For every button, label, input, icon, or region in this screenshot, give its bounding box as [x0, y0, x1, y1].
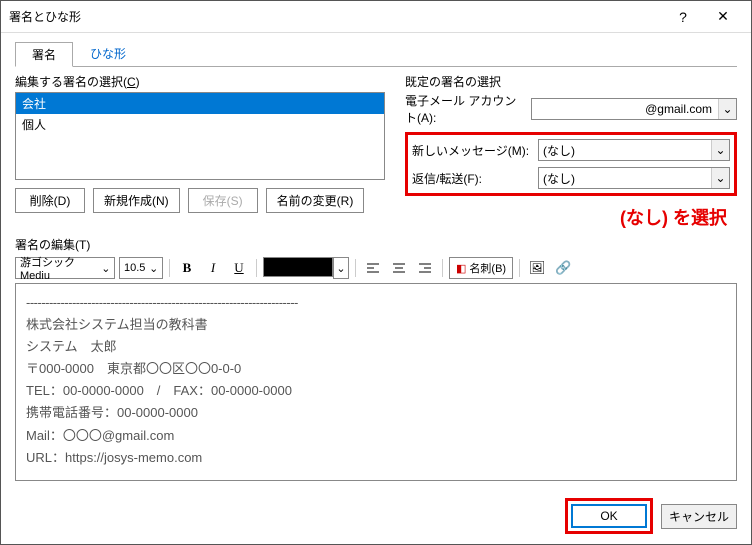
rename-button[interactable]: 名前の変更(R)	[266, 188, 365, 213]
chevron-down-icon: ⌄	[718, 99, 736, 119]
signature-editor[interactable]: ----------------------------------------…	[15, 283, 737, 481]
separator	[355, 259, 356, 277]
default-signature-label: 既定の署名の選択	[405, 73, 737, 90]
card-icon: ◧	[456, 262, 466, 275]
business-card-button[interactable]: ◧ 名刺(B)	[449, 257, 513, 279]
bold-button[interactable]: B	[176, 257, 198, 279]
sig-line: 携帯電話番号：00-0000-0000	[26, 402, 726, 424]
highlight-ok: OK	[565, 498, 653, 534]
reply-label: 返信/転送(F):	[412, 170, 532, 187]
sig-line: TEL：00-0000-0000 / FAX：00-0000-0000	[26, 380, 726, 402]
chevron-down-icon: ⌄	[711, 140, 729, 160]
content-area: 署名 ひな形 編集する署名の選択(C) 会社 個人 削除(D) 新規作成(N) …	[1, 33, 751, 489]
close-button[interactable]: ✕	[703, 3, 743, 31]
dialog-window: 署名とひな形 ? ✕ 署名 ひな形 編集する署名の選択(C) 会社 個人 削除(…	[0, 0, 752, 545]
link-button[interactable]: 🔗	[552, 257, 574, 279]
reply-select[interactable]: (なし) ⌄	[538, 167, 730, 189]
tab-stationery[interactable]: ひな形	[73, 41, 143, 66]
account-select[interactable]: @gmail.com ⌄	[531, 98, 737, 120]
sig-line: 〒000-0000 東京都〇〇区〇〇0-0-0	[26, 358, 726, 380]
ok-button[interactable]: OK	[571, 504, 647, 528]
cancel-button[interactable]: キャンセル	[661, 504, 737, 529]
new-message-select[interactable]: (なし) ⌄	[538, 139, 730, 161]
help-button[interactable]: ?	[663, 3, 703, 31]
new-button[interactable]: 新規作成(N)	[93, 188, 180, 213]
save-button[interactable]: 保存(S)	[188, 188, 258, 213]
new-message-row: 新しいメッセージ(M): (なし) ⌄	[412, 139, 730, 161]
tab-bar: 署名 ひな形	[15, 41, 737, 67]
signature-listbox[interactable]: 会社 個人	[15, 92, 385, 180]
align-left-button[interactable]	[362, 257, 384, 279]
color-swatch	[263, 257, 333, 277]
separator	[442, 259, 443, 277]
account-row: 電子メール アカウント(A): @gmail.com ⌄	[405, 92, 737, 126]
chevron-down-icon: ⌄	[711, 168, 729, 188]
sig-line: URL：https://josys-memo.com	[26, 447, 726, 469]
sig-line: Mail：〇〇〇@gmail.com	[26, 425, 726, 447]
separator	[169, 259, 170, 277]
highlight-defaults: 新しいメッセージ(M): (なし) ⌄ 返信/転送(F): (なし) ⌄	[405, 132, 737, 196]
new-message-value: (なし)	[543, 142, 575, 159]
top-row: 編集する署名の選択(C) 会社 個人 削除(D) 新規作成(N) 保存(S) 名…	[15, 73, 737, 230]
annotation-text: (なし) を選択	[405, 204, 737, 230]
select-signature-label: 編集する署名の選択(C)	[15, 73, 385, 90]
underline-button[interactable]: U	[228, 257, 250, 279]
size-select[interactable]: 10.5⌄	[119, 257, 163, 279]
reply-row: 返信/転送(F): (なし) ⌄	[412, 167, 730, 189]
separator	[256, 259, 257, 277]
dialog-footer: OK キャンセル	[565, 498, 737, 534]
signature-buttons: 削除(D) 新規作成(N) 保存(S) 名前の変更(R)	[15, 188, 385, 213]
new-message-label: 新しいメッセージ(M):	[412, 142, 532, 159]
align-right-button[interactable]	[414, 257, 436, 279]
font-select[interactable]: 游ゴシック Mediu⌄	[15, 257, 115, 279]
left-column: 編集する署名の選択(C) 会社 個人 削除(D) 新規作成(N) 保存(S) 名…	[15, 73, 385, 230]
sig-line: ----------------------------------------…	[26, 292, 726, 314]
delete-button[interactable]: 削除(D)	[15, 188, 85, 213]
titlebar: 署名とひな形 ? ✕	[1, 1, 751, 33]
chevron-down-icon: ⌄	[333, 257, 349, 279]
chevron-down-icon: ⌄	[147, 262, 160, 275]
picture-button[interactable]: 🖼	[526, 257, 548, 279]
font-color-picker[interactable]: ⌄	[263, 257, 349, 279]
sig-line: 株式会社システム担当の教科書	[26, 314, 726, 336]
chevron-down-icon: ⌄	[100, 262, 112, 275]
right-column: 既定の署名の選択 電子メール アカウント(A): @gmail.com ⌄ 新し…	[405, 73, 737, 230]
italic-button[interactable]: I	[202, 257, 224, 279]
tab-signature[interactable]: 署名	[15, 42, 73, 67]
edit-signature-label: 署名の編集(T)	[15, 236, 737, 253]
window-title: 署名とひな形	[9, 8, 663, 25]
format-toolbar: 游ゴシック Mediu⌄ 10.5⌄ B I U ⌄ ◧ 名刺(B)	[15, 257, 737, 279]
sig-line: システム 太郎	[26, 336, 726, 358]
list-item[interactable]: 会社	[16, 93, 384, 114]
align-center-button[interactable]	[388, 257, 410, 279]
separator	[519, 259, 520, 277]
account-label: 電子メール アカウント(A):	[405, 92, 525, 126]
reply-value: (なし)	[543, 170, 575, 187]
list-item[interactable]: 個人	[16, 114, 384, 135]
